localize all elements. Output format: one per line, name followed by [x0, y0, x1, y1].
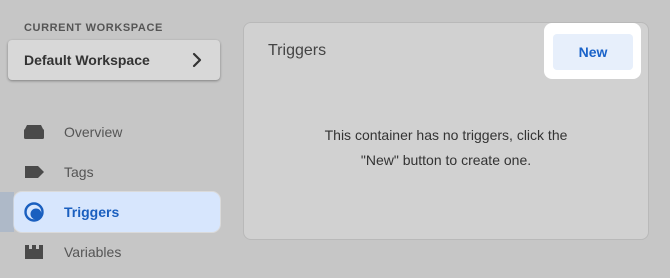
sidebar-item-overview[interactable]: Overview: [14, 112, 220, 152]
overview-icon: [22, 120, 46, 144]
workspace-name: Default Workspace: [24, 52, 150, 68]
active-indicator: [0, 192, 14, 232]
variables-icon: [22, 240, 46, 264]
trigger-icon: [22, 200, 46, 224]
sidebar-item-label: Triggers: [64, 204, 120, 220]
empty-state-line: "New" button to create one.: [360, 152, 532, 168]
sidebar-item-label: Overview: [64, 124, 123, 140]
sidebar-item-triggers[interactable]: Triggers: [14, 192, 220, 232]
page-title: Triggers: [268, 42, 327, 59]
triggers-card: Triggers New This container has no trigg…: [243, 22, 649, 240]
empty-state-message: This container has no triggers, click th…: [244, 123, 648, 173]
sidebar-item-tags[interactable]: Tags: [14, 152, 220, 192]
empty-state-line: This container has no triggers, click th…: [324, 127, 568, 143]
current-workspace-label: CURRENT WORKSPACE: [24, 22, 163, 34]
sidebar-item-variables[interactable]: Variables: [14, 232, 220, 272]
chevron-right-icon: [188, 51, 206, 69]
sidebar-item-label: Variables: [64, 244, 122, 260]
new-trigger-button[interactable]: New: [553, 34, 633, 70]
tag-icon: [22, 160, 46, 184]
workspace-selector-button[interactable]: Default Workspace: [8, 40, 220, 80]
sidebar-item-label: Tags: [64, 164, 94, 180]
